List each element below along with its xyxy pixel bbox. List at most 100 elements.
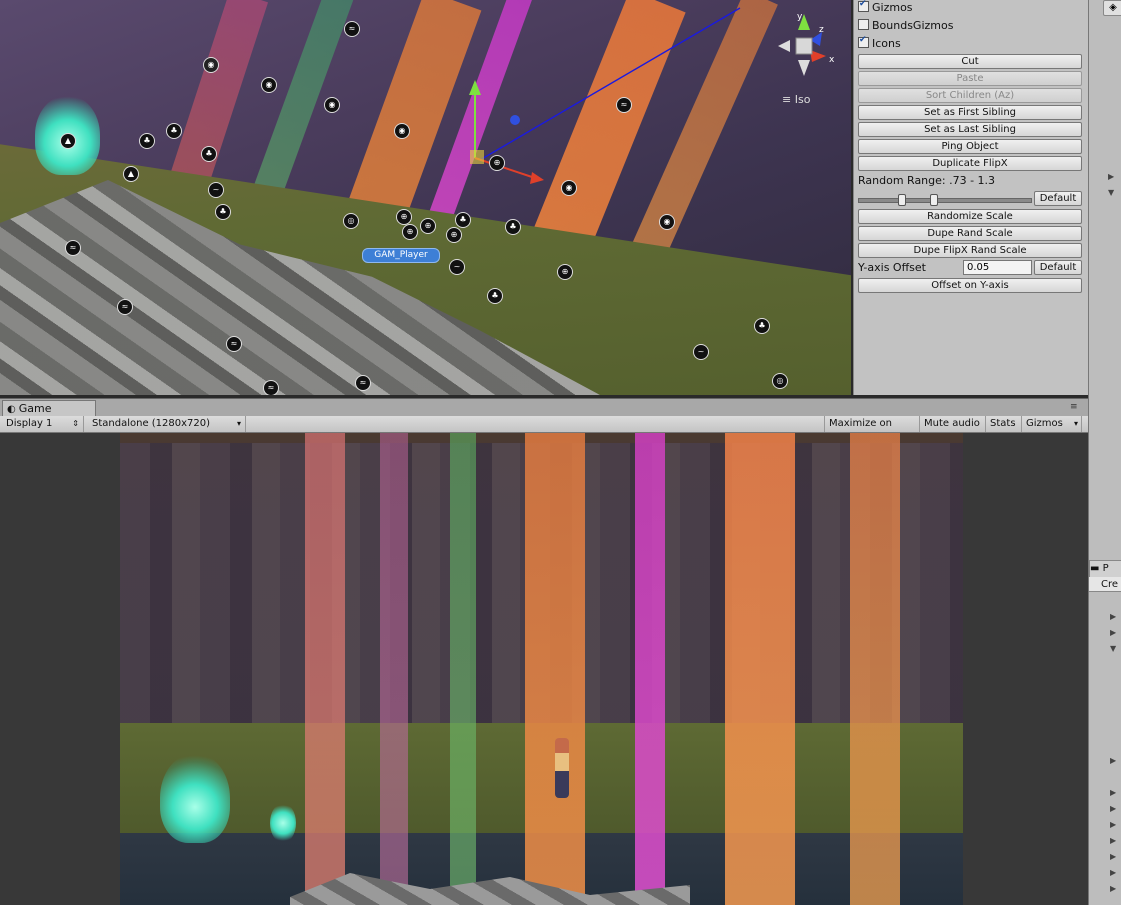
game-beam-orange-3 [850,433,900,905]
light-icon[interactable]: ◉ [561,180,577,196]
foldout-arrow-icon[interactable]: ▶ [1110,820,1116,829]
foldout-arrow-icon[interactable]: ▼ [1110,644,1116,653]
audio-icon[interactable]: ≈ [263,380,279,395]
transform-gizmo[interactable] [440,0,760,200]
target-icon[interactable]: ⊕ [402,224,418,240]
tree-icon[interactable]: ♣ [201,146,217,162]
folder-icon: ▬ [1090,563,1103,574]
game-view-render[interactable] [120,433,963,905]
tree-icon[interactable]: ♣ [505,219,521,235]
cut-button[interactable]: Cut [858,54,1082,69]
random-range-default-button[interactable]: Default [1034,191,1082,206]
tree-icon[interactable]: ♣ [754,318,770,334]
icons-toggle-label: Icons [872,37,901,50]
gizmos-toggle[interactable]: Gizmos [858,0,1084,16]
random-range-max-handle[interactable] [930,194,938,206]
create-button[interactable]: Cre [1089,577,1121,592]
camera-icon[interactable]: ◎ [343,213,359,229]
gizmos-checkbox[interactable] [858,0,869,12]
wave-icon[interactable]: ~ [693,344,709,360]
resolution-value: Standalone (1280x720) [92,418,211,429]
foldout-arrow-icon[interactable]: ▶ [1110,836,1116,845]
random-range-label: Random Range: .73 - 1.3 [858,174,996,187]
projection-label[interactable]: ≡ Iso [782,93,810,106]
game-tab-label: Game [18,402,52,415]
icons-checkbox[interactable] [858,35,869,48]
dupe-flipx-rand-scale-button[interactable]: Dupe FlipX Rand Scale [858,243,1082,258]
tab-menu-icon[interactable]: ≡ [1070,402,1078,412]
audio-icon[interactable]: ≈ [65,240,81,256]
tree-icon[interactable]: ♣ [166,123,182,139]
light-icon[interactable]: ≈ [344,21,360,37]
bounds-gizmos-checkbox[interactable] [858,19,869,30]
set-first-sibling-button[interactable]: Set as First Sibling [858,105,1082,120]
gizmos-dropdown[interactable]: Gizmos ▾ [1022,416,1082,432]
foldout-arrow-icon[interactable]: ▼ [1108,188,1114,197]
projection-label-text: Iso [794,93,811,106]
foldout-arrow-icon[interactable]: ▶ [1110,612,1116,621]
target-icon[interactable]: ⊕ [557,264,573,280]
scene-orientation-gizmo[interactable] [770,10,840,80]
paste-button[interactable]: Paste [858,71,1082,86]
sort-children-button[interactable]: Sort Children (Az) [858,88,1082,103]
mute-audio-toggle[interactable]: Mute audio [920,416,986,432]
maximize-on-play-toggle[interactable]: Maximize on Play [824,416,920,445]
display-dropdown[interactable]: Display 1 ⇕ [2,416,84,432]
wave-icon[interactable]: ~ [208,182,224,198]
target-icon[interactable]: ⊕ [396,209,412,225]
audio-icon[interactable]: ≈ [616,97,632,113]
audio-icon[interactable]: ≈ [226,336,242,352]
audio-icon[interactable]: ≈ [117,299,133,315]
foldout-arrow-icon[interactable]: ▶ [1110,756,1116,765]
foldout-arrow-icon[interactable]: ▶ [1110,884,1116,893]
foldout-arrow-icon[interactable]: ▶ [1110,788,1116,797]
random-range-slider[interactable] [858,198,1032,203]
foldout-arrow-icon[interactable]: ▶ [1110,804,1116,813]
random-range-min-handle[interactable] [898,194,906,206]
target-icon[interactable]: ⊕ [446,227,462,243]
game-beam-green [450,433,476,905]
light-icon[interactable]: ◉ [261,77,277,93]
foldout-arrow-icon[interactable]: ▶ [1110,628,1116,637]
foldout-arrow-icon[interactable]: ▶ [1110,868,1116,877]
particle-icon[interactable]: ▲ [60,133,76,149]
tree-icon[interactable]: ♣ [139,133,155,149]
duplicate-flipx-button[interactable]: Duplicate FlipX [858,156,1082,171]
game-spirit-flame [160,753,230,843]
offset-y-axis-button[interactable]: Offset on Y-axis [858,278,1082,293]
wave-icon[interactable]: ~ [449,259,465,275]
tree-icon[interactable]: ♣ [455,212,471,228]
tab-game[interactable]: ◐ Game [2,400,96,416]
y-offset-default-button[interactable]: Default [1034,260,1082,275]
light-icon[interactable]: ◉ [203,57,219,73]
icons-toggle[interactable]: Icons [858,35,1084,52]
target-icon[interactable]: ⊕ [420,218,436,234]
foldout-arrow-icon[interactable]: ▶ [1110,852,1116,861]
selected-object-label[interactable]: GAM_Player [362,248,440,263]
foldout-arrow-icon[interactable]: ▶ [1108,172,1114,181]
tree-icon[interactable]: ♣ [215,204,231,220]
dupe-rand-scale-button[interactable]: Dupe Rand Scale [858,226,1082,241]
game-beam-orange-2 [725,433,795,905]
camera-icon[interactable]: ◎ [772,373,788,389]
y-axis-offset-field[interactable]: 0.05 [963,260,1032,275]
light-icon[interactable]: ◉ [324,97,340,113]
light-icon[interactable]: ◉ [394,123,410,139]
bounds-gizmos-label: BoundsGizmos [872,19,954,32]
light-icon[interactable]: ◉ [659,214,675,230]
bounds-gizmos-toggle[interactable]: BoundsGizmos [858,19,1084,34]
scene-view[interactable]: ≡ Iso y z x ≈ ◉ ◉ ◉ ◉ ≈ ▲ ♣ ♣ ♣ ▲ ~ ♣ ◉ … [0,0,851,395]
stats-toggle[interactable]: Stats [986,416,1022,432]
project-tab[interactable]: ▬ P [1089,560,1121,578]
tree-icon[interactable]: ♣ [487,288,503,304]
dropdown-arrow-icon: ⇕ [72,419,79,428]
gizmo-axis-z: z [819,25,824,35]
gizmos-toggle-label: Gizmos [872,1,913,14]
particle-icon[interactable]: ▲ [123,166,139,182]
randomize-scale-button[interactable]: Randomize Scale [858,209,1082,224]
resolution-dropdown[interactable]: Standalone (1280x720) ▾ [88,416,246,432]
set-last-sibling-button[interactable]: Set as Last Sibling [858,122,1082,137]
audio-icon[interactable]: ≈ [355,375,371,391]
target-icon[interactable]: ⊕ [489,155,505,171]
ping-object-button[interactable]: Ping Object [858,139,1082,154]
